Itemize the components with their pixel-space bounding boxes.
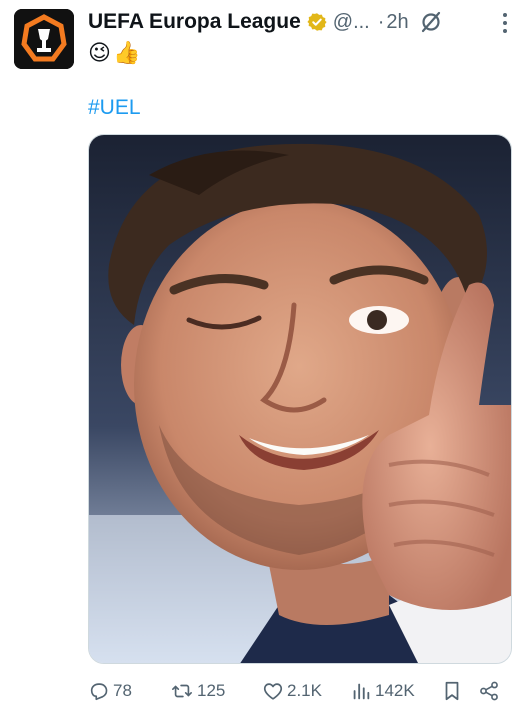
reply-icon (90, 683, 108, 701)
views-chart-icon (353, 683, 370, 700)
repost-button[interactable]: 125 (170, 680, 262, 702)
repost-count: 125 (197, 681, 226, 700)
player-photo-image (89, 135, 511, 663)
handle[interactable]: @... (333, 11, 370, 34)
like-button[interactable]: 2.1K (262, 680, 350, 702)
reply-button[interactable]: 78 (88, 680, 170, 702)
more-options-icon[interactable] (494, 10, 516, 36)
grok-icon[interactable] (419, 10, 443, 34)
tweet-text: 😉 👍 (88, 38, 140, 68)
tweet-card[interactable]: UEFA Europa League @... · 2h 😉 👍 #UEL 78… (0, 0, 526, 720)
display-name[interactable]: UEFA Europa League (88, 10, 301, 34)
tweet-header: UEFA Europa League @... · 2h (88, 6, 514, 38)
share-button[interactable] (478, 680, 508, 702)
like-count: 2.1K (287, 681, 322, 700)
thumbs-up-emoji: 👍 (112, 40, 141, 65)
wink-emoji: 😉 (88, 40, 111, 65)
bookmark-button[interactable] (442, 680, 478, 702)
heart-icon (263, 683, 283, 700)
views-count: 142K (375, 681, 415, 700)
action-bar: 78 125 2.1K 142K (88, 676, 514, 706)
bookmark-icon (445, 681, 459, 701)
share-icon (480, 681, 498, 701)
views-button[interactable]: 142K (350, 680, 442, 702)
timestamp[interactable]: 2h (386, 11, 408, 34)
verified-badge-icon[interactable] (307, 12, 327, 32)
repost-icon (172, 684, 192, 698)
separator-dot: · (377, 10, 385, 33)
reply-count: 78 (113, 681, 132, 700)
uel-logo-icon (14, 9, 74, 69)
avatar[interactable] (14, 9, 74, 69)
tweet-photo[interactable] (88, 134, 512, 664)
hashtag-link[interactable]: #UEL (88, 96, 141, 120)
